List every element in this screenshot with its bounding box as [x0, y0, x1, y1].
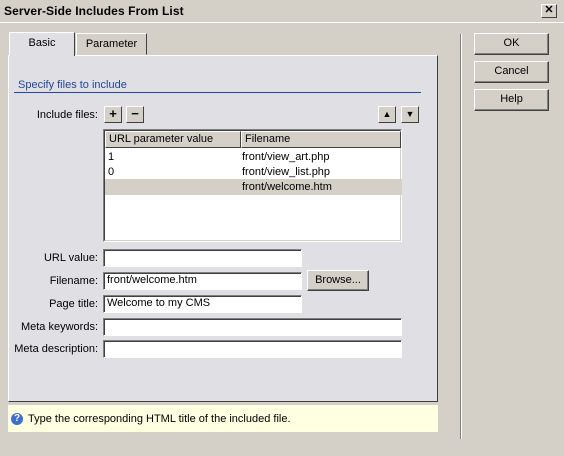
vertical-separator — [460, 34, 462, 439]
move-up-button[interactable]: ▲ — [378, 106, 396, 123]
filename-cell: front/view_art.php — [242, 151, 330, 163]
help-button[interactable]: Help — [474, 89, 549, 111]
meta-keywords-label: Meta keywords: — [20, 321, 98, 333]
arrow-down-icon: ▼ — [405, 109, 415, 119]
tab-parameter[interactable]: Parameter — [76, 33, 147, 55]
include-files-label: Include files: — [36, 109, 98, 121]
move-down-button[interactable]: ▼ — [401, 106, 419, 123]
help-icon: ? — [11, 413, 23, 425]
plus-icon: + — [109, 106, 117, 121]
arrow-up-icon: ▲ — [382, 109, 392, 119]
close-button[interactable]: ✕ — [541, 4, 557, 18]
section-divider — [14, 92, 421, 93]
hint-text: Type the corresponding HTML title of the… — [28, 413, 291, 425]
url-parameter-cell: 0 — [108, 166, 115, 178]
filename-cell: front/welcome.htm — [242, 181, 332, 193]
ok-button[interactable]: OK — [474, 33, 549, 55]
remove-file-button[interactable]: − — [126, 106, 144, 123]
meta-description-label: Meta description: — [14, 343, 98, 355]
filename-cell: front/view_list.php — [242, 166, 331, 178]
meta-description-input[interactable] — [103, 340, 402, 358]
list-item-selected[interactable]: front/welcome.htm — [105, 179, 402, 195]
filename-input[interactable]: front/welcome.htm — [103, 272, 302, 290]
page-title-label: Page title: — [49, 298, 98, 310]
include-files-list[interactable]: URL parameter value Filename 1 front/vie… — [103, 129, 402, 242]
browse-button[interactable]: Browse... — [307, 270, 369, 291]
list-item[interactable]: 0 front/view_list.php — [105, 164, 402, 180]
list-item[interactable]: 1 front/view_art.php — [105, 149, 402, 165]
filename-label: Filename: — [49, 275, 98, 287]
tab-label: Basic — [28, 37, 56, 49]
section-title: Specify files to include — [18, 79, 127, 91]
meta-keywords-input[interactable] — [103, 318, 402, 336]
column-header-url-parameter[interactable]: URL parameter value — [105, 131, 241, 148]
url-value-label: URL value: — [43, 252, 98, 264]
page-title-input[interactable]: Welcome to my CMS — [103, 295, 302, 313]
tab-basic[interactable]: Basic — [9, 32, 75, 56]
window-title: Server-Side Includes From List — [4, 4, 184, 18]
dialog-window: Server-Side Includes From List ✕ Paramet… — [0, 0, 564, 456]
minus-icon: − — [131, 106, 139, 121]
close-icon: ✕ — [544, 4, 554, 16]
cancel-button[interactable]: Cancel — [474, 61, 549, 83]
title-bar: Server-Side Includes From List ✕ — [0, 0, 564, 23]
url-parameter-cell: 1 — [108, 151, 115, 163]
add-file-button[interactable]: + — [104, 106, 122, 123]
tab-label: Parameter — [85, 38, 138, 50]
url-value-input[interactable] — [103, 249, 302, 267]
column-header-filename[interactable]: Filename — [241, 131, 401, 148]
